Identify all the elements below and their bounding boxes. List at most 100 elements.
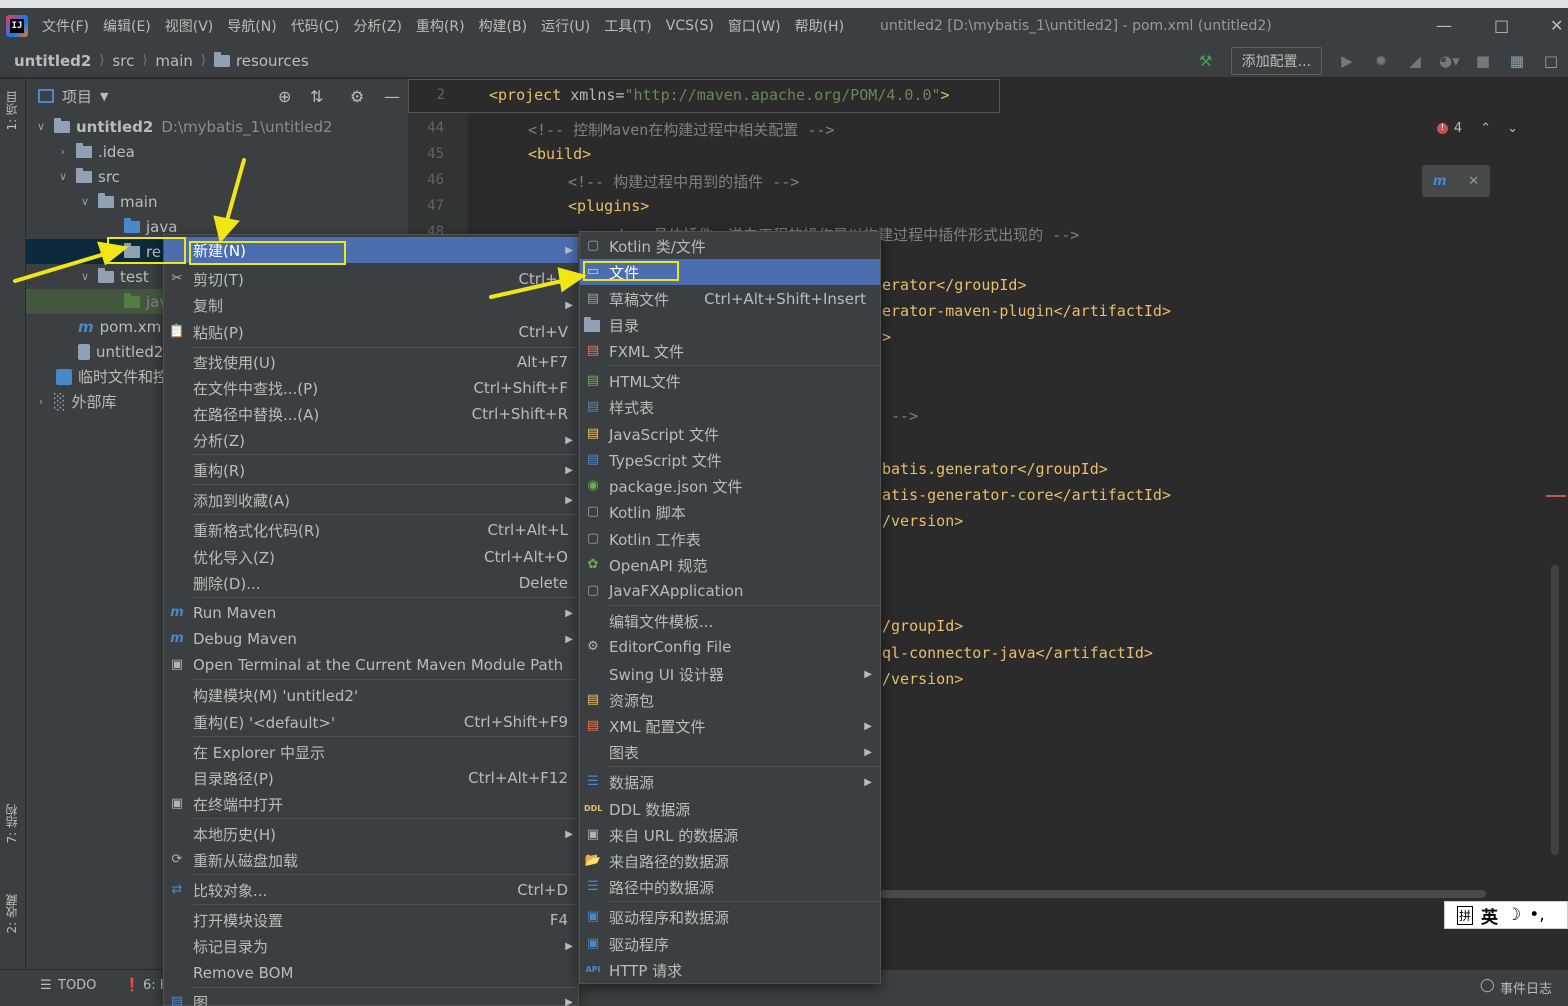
ctx-reload-from-disk[interactable]: ⟳ 重新从磁盘加载 [164,847,578,873]
ctx-add-to-favorites[interactable]: 添加到收藏(A) ▶ [164,487,578,513]
problems-tab[interactable]: 6: I [143,978,164,993]
new-javascript-file[interactable]: ▤ JavaScript 文件 [580,421,880,447]
new-editorconfig-file[interactable]: ⚙ EditorConfig File [580,634,880,660]
ctx-cut[interactable]: ✂ 剪切(T) Ctrl+X [164,266,578,292]
ctx-open-in-terminal[interactable]: ▣ 在终端中打开 [164,791,578,817]
menu-view[interactable]: 视图(V) [165,16,214,36]
tree-item-main[interactable]: ∨ main [26,189,408,214]
ctx-diagrams[interactable]: ▤ 图 ▶ [164,989,578,1006]
error-stripe-mark[interactable] [1546,495,1566,497]
new-data-source[interactable]: ☰ 数据源 ▶ [580,769,880,795]
menu-build[interactable]: 构建(B) [479,16,528,36]
collapse-all-icon[interactable]: ⇅ [310,87,323,106]
ctx-mark-directory-as[interactable]: 标记目录为 ▶ [164,933,578,959]
ctx-reformat-code[interactable]: 重新格式化代码(R) Ctrl+Alt+L [164,517,578,543]
new-typescript-file[interactable]: ▤ TypeScript 文件 [580,447,880,473]
add-configuration-button[interactable]: 添加配置... [1230,47,1322,75]
menu-run[interactable]: 运行(U) [541,16,590,36]
project-panel-title[interactable]: 项目 [62,86,92,107]
ctx-optimize-imports[interactable]: 优化导入(Z) Ctrl+Alt+O [164,544,578,570]
new-edit-file-templates[interactable]: 编辑文件模板... [580,608,880,634]
new-kotlin-script[interactable]: ▢ Kotlin 脚本 [580,499,880,525]
menu-file[interactable]: 文件(F) [42,16,89,36]
chevron-down-icon[interactable]: ▼ [100,90,108,103]
ctx-replace-in-path[interactable]: 在路径中替换...(A) Ctrl+Shift+R [164,401,578,427]
breadcrumb-resources[interactable]: resources [213,51,309,70]
ime-mode[interactable]: 拼 [1457,905,1474,925]
new-diagram[interactable]: 图表 ▶ [580,739,880,765]
search-everywhere-icon[interactable]: □ [1541,52,1561,70]
ime-language[interactable]: 英 [1481,903,1498,928]
ctx-open-terminal-maven[interactable]: ▣ Open Terminal at the Current Maven Modu… [164,652,578,678]
new-xml-config-file[interactable]: ▤ XML 配置文件 ▶ [580,713,880,739]
chevron-down-icon[interactable]: ⌄ [1507,121,1518,136]
ctx-remove-bom[interactable]: Remove BOM [164,960,578,986]
new-ddl-data-source[interactable]: DDL DDL 数据源 [580,796,880,822]
ctx-directory-path[interactable]: 目录路径(P) Ctrl+Alt+F12 [164,765,578,791]
chevron-up-icon[interactable]: ⌃ [1480,121,1491,136]
tree-item-src[interactable]: ∨ src [26,164,408,189]
ctx-rebuild[interactable]: 重构(E) '<default>' Ctrl+Shift+F9 [164,709,578,735]
ctx-copy[interactable]: 复制 ▶ [164,292,578,318]
menu-tools[interactable]: 工具(T) [604,16,651,36]
ime-toolbar[interactable]: 拼 英 ☽ •, [1444,901,1568,929]
tree-root[interactable]: ∨ untitled2 D:\mybatis_1\untitled2 [26,114,408,139]
menu-vcs[interactable]: VCS(S) [666,18,714,34]
run-icon[interactable]: ▶ [1337,52,1357,70]
ctx-run-maven[interactable]: m Run Maven ▶ [164,600,578,626]
minimize-icon[interactable]: — [1436,16,1452,35]
new-fxml-file[interactable]: ▤ FXML 文件 [580,338,880,364]
event-log-tab[interactable]: 事件日志 [1500,978,1552,997]
coverage-icon[interactable]: ◢ [1405,52,1425,70]
new-kotlin-worksheet[interactable]: ▢ Kotlin 工作表 [580,526,880,552]
hammer-icon[interactable]: ⚒ [1196,52,1216,70]
breadcrumb-src[interactable]: src [112,52,134,70]
new-swing-ui-designer[interactable]: Swing UI 设计器 ▶ [580,661,880,687]
ctx-find-usages[interactable]: 查找使用(U) Alt+F7 [164,349,578,375]
close-icon[interactable]: ✕ [1550,16,1563,35]
ctx-find-in-files[interactable]: 在文件中查找...(P) Ctrl+Shift+F [164,375,578,401]
breadcrumb-project[interactable]: untitled2 [14,52,91,70]
stop-icon[interactable]: ■ [1473,52,1493,70]
vertical-scrollbar[interactable] [1551,565,1559,855]
project-structure-icon[interactable]: ▦ [1507,52,1527,70]
ctx-delete[interactable]: 删除(D)... Delete [164,570,578,596]
menu-code[interactable]: 代码(C) [291,16,340,36]
profile-icon[interactable]: ◕▾ [1439,52,1460,70]
ctx-local-history[interactable]: 本地历史(H) ▶ [164,821,578,847]
new-stylesheet[interactable]: ▤ 样式表 [580,394,880,420]
new-javafx-application[interactable]: ▢ JavaFXApplication [580,578,880,604]
tab-structure[interactable]: 7: 结构 [3,804,20,844]
gear-icon[interactable]: ⚙ [350,87,364,106]
menu-help[interactable]: 帮助(H) [795,16,844,36]
maximize-icon[interactable]: □ [1494,16,1509,35]
error-indicator[interactable]: ! 4 ⌃ ⌄ [1436,121,1518,136]
menu-navigate[interactable]: 导航(N) [227,16,276,36]
maven-reload-popup[interactable]: m ✕ [1422,165,1490,197]
new-openapi-spec[interactable]: ✿ OpenAPI 规范 [580,552,880,578]
ctx-show-in-explorer[interactable]: 在 Explorer 中显示 [164,739,578,765]
new-data-source-in-path[interactable]: ☰ 路径中的数据源 [580,874,880,900]
ctx-refactor[interactable]: 重构(R) ▶ [164,457,578,483]
locate-icon[interactable]: ⊕ [278,87,291,106]
debug-icon[interactable]: ✹ [1371,52,1391,70]
tab-favorites[interactable]: 2: 收藏 [3,894,20,934]
menu-refactor[interactable]: 重构(R) [416,16,465,36]
new-kotlin-class[interactable]: ▢ Kotlin 类/文件 [580,233,880,259]
menu-window[interactable]: 窗口(W) [728,16,781,36]
new-scratch-file[interactable]: ▤ 草稿文件 Ctrl+Alt+Shift+Insert [580,286,880,312]
new-directory[interactable]: 目录 [580,312,880,338]
breadcrumb-main[interactable]: main [155,52,192,70]
new-driver-and-data-source[interactable]: ▣ 驱动程序和数据源 [580,904,880,930]
horizontal-scrollbar[interactable] [880,890,1486,898]
ctx-analyze[interactable]: 分析(Z) ▶ [164,427,578,453]
todo-tab[interactable]: TODO [58,978,96,993]
ctx-compare-with[interactable]: ⇄ 比较对象... Ctrl+D [164,877,578,903]
tab-project[interactable]: 1: 项目 [3,91,20,131]
new-data-source-from-url[interactable]: ▣ 来自 URL 的数据源 [580,822,880,848]
new-html-file[interactable]: ▤ HTML文件 [580,368,880,394]
new-resource-bundle[interactable]: ▤ 资源包 [580,687,880,713]
punctuation-icon[interactable]: •, [1529,905,1544,925]
menu-edit[interactable]: 编辑(E) [103,16,151,36]
new-driver[interactable]: ▣ 驱动程序 [580,931,880,957]
